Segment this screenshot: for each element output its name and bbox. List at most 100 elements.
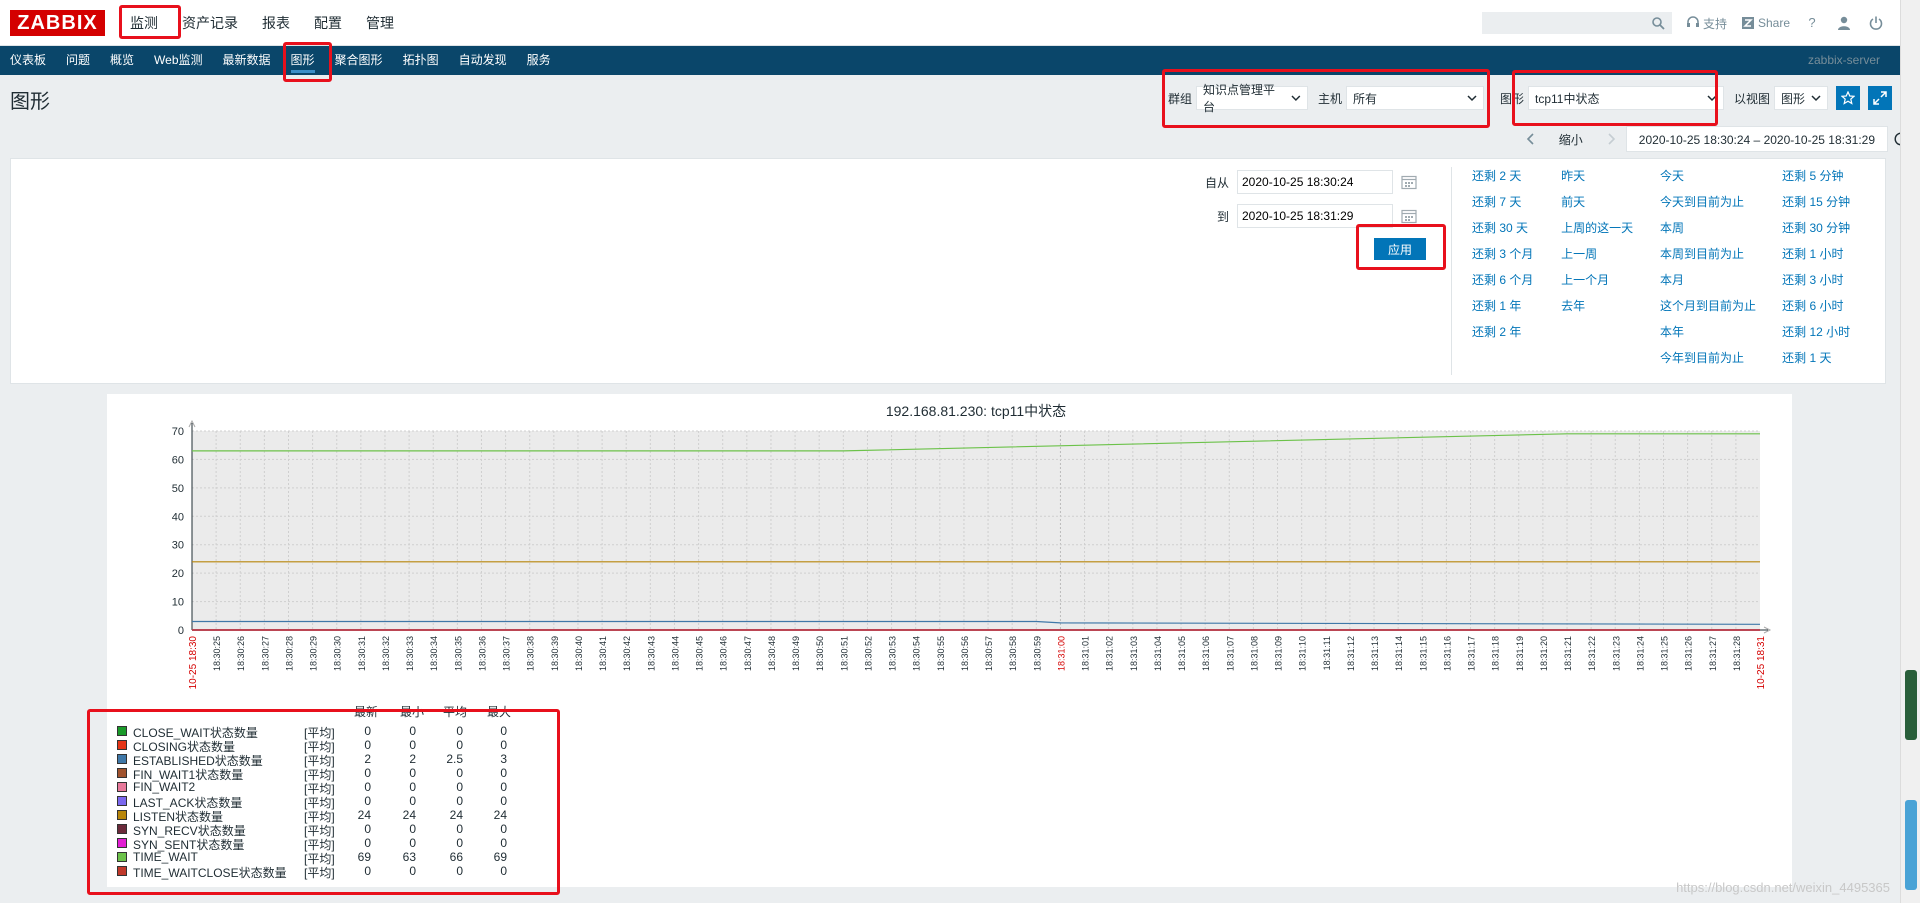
help-icon[interactable]: ? [1804,15,1820,31]
zabbix-logo[interactable]: ZABBIX [10,10,105,36]
legend-last-value: 0 [364,822,371,836]
quick-range-link[interactable]: 上一周 [1561,245,1660,271]
quick-range-link[interactable]: 还剩 1 天 [1782,349,1881,375]
quick-range-link[interactable]: 还剩 6 小时 [1782,297,1881,323]
quick-range-link[interactable]: 还剩 3 小时 [1782,271,1881,297]
quick-range-link[interactable]: 本周 [1660,219,1782,245]
quick-range-link[interactable]: 还剩 15 分钟 [1782,193,1881,219]
y-tick-label: 10 [172,597,184,609]
legend-swatch [117,866,127,876]
quick-range-link[interactable]: 这个月到目前为止 [1660,297,1782,323]
chevron-left-icon [1526,133,1534,145]
menu-configuration[interactable]: 配置 [302,0,354,46]
search-icon[interactable] [1651,16,1665,30]
legend-swatch [117,838,127,848]
power-icon[interactable] [1868,15,1884,31]
quick-range-link[interactable]: 还剩 2 天 [1472,167,1561,193]
user-profile-icon[interactable] [1836,15,1852,31]
legend-col-min: 最小 [400,705,425,719]
quick-range-link[interactable]: 本月 [1660,271,1782,297]
legend-avg-value: 0 [456,836,463,850]
scrollbar-thumb[interactable] [1905,670,1917,740]
quick-range-link[interactable]: 去年 [1561,297,1660,323]
x-tick-label: 18:30:30 [333,636,343,671]
menu-administration[interactable]: 管理 [354,0,406,46]
chevron-right-icon [1608,133,1615,145]
quick-range-link[interactable]: 还剩 3 个月 [1472,245,1561,271]
legend-avg-value: 0 [456,794,463,808]
quick-range-link[interactable]: 还剩 30 天 [1472,219,1561,245]
quick-range-link[interactable]: 前天 [1561,193,1660,219]
zoom-out-button[interactable]: 缩小 [1546,131,1596,148]
legend-item: SYN_SENT状态数量 [平均] 0 0 0 0 [117,836,537,852]
menu-reports[interactable]: 报表 [250,0,302,46]
submenu-graphs[interactable]: 图形 [281,46,325,75]
legend-series-name: TIME_WAITCLOSE状态数量 [133,866,287,880]
chevron-down-icon [1811,95,1821,102]
from-date-input[interactable] [1237,170,1393,194]
legend-max-value: 69 [493,850,507,864]
quick-range-link[interactable]: 还剩 30 分钟 [1782,219,1881,245]
quick-range-link[interactable]: 上一个月 [1561,271,1660,297]
quick-range-link[interactable]: 今天到目前为止 [1660,193,1782,219]
legend-item: SYN_RECV状态数量 [平均] 0 0 0 0 [117,822,537,838]
group-select[interactable]: 知识点管理平台 [1195,83,1308,114]
quick-range-link[interactable]: 今年到目前为止 [1660,349,1782,375]
legend-item: FIN_WAIT1状态数量 [平均] 0 0 0 0 [117,766,537,782]
time-forward-button[interactable] [1596,126,1626,152]
support-link[interactable]: 支持 [1686,15,1727,32]
submenu-latest-data[interactable]: 最新数据 [213,46,281,75]
legend-header: 最新 最小 平均 最大 [117,703,537,719]
share-link[interactable]: Share [1741,16,1790,30]
submenu-problems[interactable]: 问题 [56,46,100,75]
x-tick-label: 18:31:04 [1153,636,1163,671]
menu-monitoring[interactable]: 监测 [118,0,170,46]
from-label: 自从 [1204,175,1229,190]
quick-range-link[interactable]: 本年 [1660,323,1782,349]
x-tick-label: 18:30:27 [260,636,270,671]
calendar-icon[interactable] [1401,208,1417,224]
time-range-tab[interactable]: 2020-10-25 18:30:24 – 2020-10-25 18:31:2… [1625,126,1888,152]
submenu-web[interactable]: Web监测 [144,46,212,75]
host-select[interactable]: 所有 [1345,86,1484,110]
x-tick-label: 18:30:36 [477,636,487,671]
quick-range-link[interactable]: 上周的这一天 [1561,219,1660,245]
page-scrollbar[interactable] [1900,0,1920,903]
fullscreen-button[interactable] [1868,86,1892,110]
submenu-discovery[interactable]: 自动发现 [449,46,517,75]
search-input[interactable] [1482,13,1643,33]
x-tick-label: 18:31:10 [1298,636,1308,671]
calendar-icon[interactable] [1401,174,1417,190]
scrollbar-thumb-lower[interactable] [1905,800,1917,890]
graph-select[interactable]: tcp11中状态 [1527,86,1724,110]
quick-range-link[interactable]: 还剩 2 年 [1472,323,1561,349]
x-tick-label: 18:30:31 [357,636,367,671]
quick-range-link[interactable]: 还剩 12 小时 [1782,323,1881,349]
x-tick-label: 18:31:17 [1467,636,1477,671]
submenu-dashboard[interactable]: 仪表板 [0,46,56,75]
quick-range-link[interactable]: 还剩 5 分钟 [1782,167,1881,193]
page-header: 图形 群组 知识点管理平台 主机 所有 图形 tcp11中状态 以视图 图形 [0,75,1900,122]
x-tick-label: 18:31:03 [1129,636,1139,671]
submenu-screens[interactable]: 聚合图形 [325,46,393,75]
submenu-maps[interactable]: 拓扑图 [393,46,449,75]
apply-button[interactable]: 应用 [1374,238,1426,260]
quick-range-link[interactable]: 昨天 [1561,167,1660,193]
submenu-services[interactable]: 服务 [517,46,561,75]
legend-last-value: 69 [357,850,371,864]
submenu-overview[interactable]: 概览 [100,46,144,75]
time-back-button[interactable] [1516,126,1546,152]
quick-range-link[interactable]: 本周到目前为止 [1660,245,1782,271]
add-to-favorites-button[interactable] [1836,86,1860,110]
quick-range-link[interactable]: 还剩 7 天 [1472,193,1561,219]
quick-range-link[interactable]: 还剩 1 年 [1472,297,1561,323]
quick-range-link[interactable]: 还剩 6 个月 [1472,271,1561,297]
menu-inventory[interactable]: 资产记录 [170,0,250,46]
legend-max-value: 3 [500,752,507,766]
quick-range-link[interactable]: 今天 [1660,167,1782,193]
to-date-input[interactable] [1237,204,1393,228]
legend-rows: CLOSE_WAIT状态数量 [平均] 0 0 0 0 CLOSING状态数量 [平均] 0 0 0… [117,724,537,880]
view-select[interactable]: 图形 [1774,86,1828,110]
quick-range-link[interactable]: 还剩 1 小时 [1782,245,1881,271]
x-tick-label: 18:30:37 [502,636,512,671]
